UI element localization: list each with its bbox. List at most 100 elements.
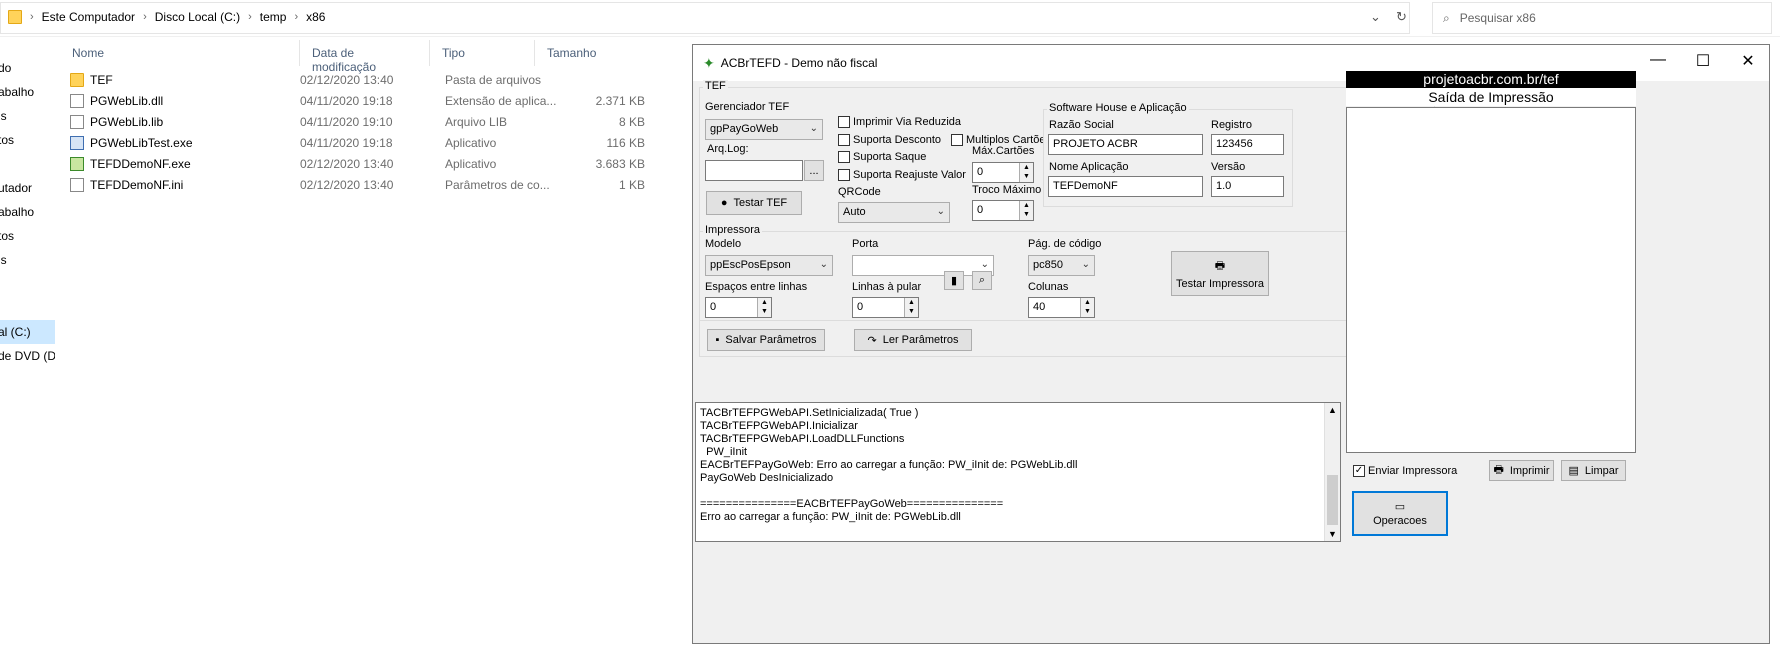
razao-label: Razão Social xyxy=(1049,119,1114,131)
nav-item[interactable]: abalho xyxy=(0,200,55,224)
nav-item[interactable] xyxy=(0,296,55,320)
file-row[interactable]: PGWebLib.dll 04/11/2020 19:18 Extensão d… xyxy=(60,90,680,111)
column-size[interactable]: Tamanho xyxy=(535,40,620,66)
nav-item[interactable]: ls xyxy=(0,248,55,272)
nav-item[interactable] xyxy=(0,272,55,296)
close-button[interactable]: ✕ xyxy=(1733,51,1763,71)
chevron-down-icon: ⌄ xyxy=(936,206,945,217)
file-row[interactable]: TEF 02/12/2020 13:40 Pasta de arquivos xyxy=(60,69,680,90)
chevron-down-icon: ⌄ xyxy=(819,259,828,270)
nav-item[interactable]: abalho xyxy=(0,80,55,104)
testar-tef-button[interactable]: ● Testar TEF xyxy=(706,191,802,215)
file-row[interactable]: TEFDDemoNF.ini 02/12/2020 13:40 Parâmetr… xyxy=(60,174,680,195)
nome-app-label: Nome Aplicação xyxy=(1049,161,1129,173)
ini-file-icon xyxy=(70,177,84,192)
column-type[interactable]: Tipo xyxy=(430,40,535,66)
software-house-label: Software House e Aplicação xyxy=(1047,102,1189,114)
file-row[interactable]: TEFDDemoNF.exe 02/12/2020 13:40 Aplicati… xyxy=(60,153,680,174)
file-date: 02/12/2020 13:40 xyxy=(300,72,394,87)
pag-codigo-select[interactable]: pc850 ⌄ xyxy=(1028,255,1095,276)
nav-item[interactable]: do xyxy=(0,56,55,80)
file-type: Parâmetros de co... xyxy=(445,177,550,192)
navigation-pane: do abalho ls tos utador abalho tos ls al… xyxy=(0,56,55,650)
file-type: Pasta de arquivos xyxy=(445,72,542,87)
file-name: TEFDDemoNF.ini xyxy=(90,177,184,192)
refresh-icon[interactable]: ↻ xyxy=(1396,9,1407,25)
magnifier-icon: ⌕ xyxy=(978,274,986,286)
nav-item[interactable]: utador xyxy=(0,176,55,200)
espacos-spin[interactable]: 0 ▲ ▼ xyxy=(705,297,772,318)
maximize-button[interactable]: ☐ xyxy=(1688,51,1718,71)
spin-arrows-icon[interactable]: ▲ ▼ xyxy=(1019,201,1033,220)
printer-detect-button[interactable]: ▮ xyxy=(944,271,964,290)
file-date: 04/11/2020 19:10 xyxy=(300,114,393,129)
nome-app-input[interactable]: TEFDemoNF xyxy=(1048,176,1203,197)
spin-arrows-icon[interactable]: ▲ ▼ xyxy=(1080,298,1094,317)
nav-item[interactable]: ls xyxy=(0,104,55,128)
redo-icon: ↷ xyxy=(867,334,877,347)
linhas-spin[interactable]: 0 ▲ ▼ xyxy=(852,297,919,318)
modelo-select[interactable]: ppEscPosEpson ⌄ xyxy=(705,255,833,276)
versao-input[interactable]: 1.0 xyxy=(1211,176,1284,197)
nav-item[interactable]: tos xyxy=(0,224,55,248)
spin-arrows-icon[interactable]: ▲ ▼ xyxy=(904,298,918,317)
file-row[interactable]: PGWebLibTest.exe 04/11/2020 19:18 Aplica… xyxy=(60,132,680,153)
file-name: TEF xyxy=(90,72,113,87)
column-name[interactable]: Nome xyxy=(60,40,300,66)
qrcode-select[interactable]: Auto ⌄ xyxy=(838,202,950,223)
imprimir-button[interactable]: 🖶 Imprimir xyxy=(1489,460,1554,481)
operacoes-button[interactable]: ▭ Operacoes xyxy=(1352,491,1448,536)
breadcrumb-item[interactable]: Este Computador xyxy=(42,10,135,24)
nav-item-local-disk[interactable]: al (C:) xyxy=(0,320,55,344)
column-headers: Nome Data de modificação Tipo Tamanho xyxy=(60,40,620,74)
exe-file-icon xyxy=(70,135,84,150)
browse-button[interactable]: ... xyxy=(804,160,824,181)
chk-enviar-impressora[interactable]: ✓ Enviar Impressora xyxy=(1353,465,1457,477)
chk-desconto[interactable]: Suporta Desconto xyxy=(838,134,941,146)
chevron-down-icon[interactable]: ⌄ xyxy=(1370,9,1381,25)
gerenciador-select[interactable]: gpPayGoWeb ⌄ xyxy=(705,119,823,140)
colunas-spin[interactable]: 40 ▲ ▼ xyxy=(1028,297,1095,318)
search-box[interactable]: ⌕ Pesquisar x86 xyxy=(1432,2,1772,34)
file-row[interactable]: PGWebLib.lib 04/11/2020 19:10 Arquivo LI… xyxy=(60,111,680,132)
file-size: 1 KB xyxy=(618,177,645,192)
salvar-parametros-button[interactable]: ▪ Salvar Parâmetros xyxy=(707,329,825,351)
file-date: 04/11/2020 19:18 xyxy=(300,135,393,150)
chk-saque[interactable]: Suporta Saque xyxy=(838,151,926,163)
razao-input[interactable]: PROJETO ACBR xyxy=(1048,134,1203,155)
gerenciador-label: Gerenciador TEF xyxy=(705,101,790,113)
saida-title: Saída de Impressão xyxy=(1346,88,1636,106)
registro-input[interactable]: 123456 xyxy=(1211,134,1284,155)
chk-reajuste[interactable]: Suporta Reajuste Valor xyxy=(838,169,966,181)
modelo-label: Modelo xyxy=(705,238,742,250)
spin-arrows-icon[interactable]: ▲ ▼ xyxy=(757,298,771,317)
nav-item[interactable]: tos xyxy=(0,128,55,152)
limpar-button[interactable]: ▤ Limpar xyxy=(1561,460,1626,481)
search-port-button[interactable]: ⌕ xyxy=(972,271,992,290)
spin-arrows-icon[interactable]: ▲ ▼ xyxy=(1019,163,1033,182)
arqlog-input[interactable] xyxy=(705,160,803,181)
troco-label: Troco Máximo xyxy=(972,184,1042,196)
troco-spin[interactable]: 0 ▲ ▼ xyxy=(972,200,1034,221)
chevron-down-icon: ⌄ xyxy=(980,259,989,270)
log-scrollbar[interactable]: ▲ ▼ xyxy=(1324,403,1340,541)
porta-label: Porta xyxy=(852,238,879,250)
saida-memo[interactable] xyxy=(1346,107,1636,453)
column-date[interactable]: Data de modificação xyxy=(300,40,430,74)
chk-via-reduzida[interactable]: Imprimir Via Reduzida xyxy=(838,116,961,128)
log-memo[interactable]: TACBrTEFPGWebAPI.SetInicializada( True )… xyxy=(695,402,1341,542)
file-name: PGWebLib.lib xyxy=(90,114,164,129)
breadcrumb-item[interactable]: x86 xyxy=(306,10,325,24)
testar-impressora-button[interactable]: 🖶 Testar Impressora xyxy=(1171,251,1269,296)
minimize-button[interactable]: — xyxy=(1643,51,1673,69)
printer-icon: 🖶 xyxy=(1493,464,1504,476)
folder-icon xyxy=(70,72,84,87)
max-cartoes-spin[interactable]: 0 ▲ ▼ xyxy=(972,162,1034,183)
nav-item[interactable] xyxy=(0,152,55,176)
qrcode-label: QRCode xyxy=(838,186,881,198)
breadcrumb-item[interactable]: temp xyxy=(260,10,287,24)
colunas-label: Colunas xyxy=(1028,281,1069,293)
ler-parametros-button[interactable]: ↷ Ler Parâmetros xyxy=(854,329,972,351)
breadcrumb-item[interactable]: Disco Local (C:) xyxy=(155,10,240,24)
nav-item-dvd[interactable]: de DVD (D: xyxy=(0,344,55,368)
